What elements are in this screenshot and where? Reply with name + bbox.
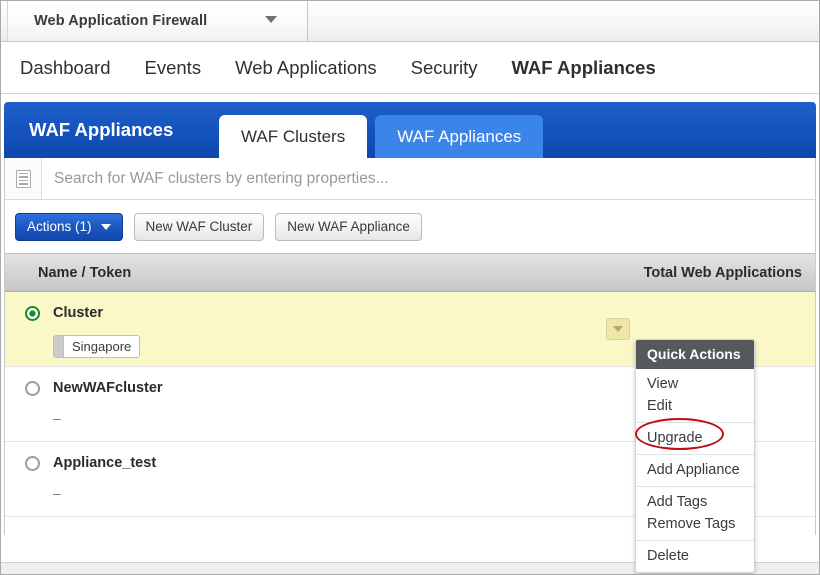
actions-button[interactable]: Actions (1) — [15, 212, 123, 241]
nav-divider — [1, 94, 819, 102]
row-name: Cluster — [53, 305, 103, 321]
section-banner: WAF Appliances WAF Clusters WAF Applianc… — [4, 102, 816, 158]
nav-item-waf-appliances[interactable]: WAF Appliances — [494, 57, 672, 79]
quick-action-view[interactable]: View — [636, 373, 754, 395]
nav-item-security[interactable]: Security — [394, 57, 495, 79]
row-header: Cluster — [25, 305, 815, 321]
row-radio-selected[interactable] — [25, 305, 40, 321]
tag-chip[interactable]: Singapore — [53, 335, 141, 358]
table-header: Name / Token Total Web Applications — [5, 253, 815, 292]
quick-action-remove-tags[interactable]: Remove Tags — [636, 513, 754, 535]
quick-action-delete[interactable]: Delete — [636, 545, 754, 567]
quick-action-edit[interactable]: Edit — [636, 395, 754, 417]
actions-button-label: Actions (1) — [27, 219, 92, 234]
section-title: WAF Appliances — [29, 119, 174, 140]
row-radio[interactable] — [25, 455, 40, 471]
app-title: Web Application Firewall — [34, 13, 208, 29]
tag-chip-cap — [54, 336, 64, 357]
quick-action-add-appliance[interactable]: Add Appliance — [636, 459, 754, 481]
new-waf-appliance-button[interactable]: New WAF Appliance — [275, 212, 422, 241]
quick-actions-title: Quick Actions — [636, 340, 754, 369]
chevron-down-icon — [100, 223, 111, 230]
quick-action-add-tags[interactable]: Add Tags — [636, 491, 754, 513]
quick-actions-group: Upgrade — [636, 423, 754, 455]
toolbar: Actions (1) New WAF Cluster New WAF Appl… — [5, 200, 815, 253]
row-quick-actions-chevron-down-icon[interactable] — [606, 318, 630, 340]
section-tabs: WAF Clusters WAF Appliances — [219, 115, 544, 158]
application-window: Web Application Firewall Dashboard Event… — [0, 0, 820, 575]
nav-item-web-applications[interactable]: Web Applications — [218, 57, 394, 79]
quick-actions-group: Delete — [636, 541, 754, 572]
nav-item-dashboard[interactable]: Dashboard — [20, 57, 128, 79]
row-radio[interactable] — [25, 380, 40, 396]
document-list-glyph — [15, 169, 31, 188]
quick-actions-menu: Quick Actions View Edit Upgrade Add Appl… — [635, 339, 755, 573]
column-header-total-web-applications[interactable]: Total Web Applications — [644, 265, 815, 281]
quick-actions-group: Add Appliance — [636, 455, 754, 487]
row-name: Appliance_test — [53, 455, 157, 471]
row-name: NewWAFcluster — [53, 380, 163, 396]
app-menu-tab[interactable]: Web Application Firewall — [7, 1, 308, 41]
primary-nav: Dashboard Events Web Applications Securi… — [1, 42, 819, 94]
document-list-icon[interactable] — [5, 158, 42, 199]
nav-item-events[interactable]: Events — [128, 57, 219, 79]
quick-action-upgrade[interactable]: Upgrade — [636, 427, 754, 449]
quick-actions-group: Add Tags Remove Tags — [636, 487, 754, 541]
search-bar — [5, 158, 815, 200]
search-input[interactable] — [42, 158, 815, 199]
column-header-name-token[interactable]: Name / Token — [5, 265, 644, 281]
tab-waf-appliances[interactable]: WAF Appliances — [375, 115, 544, 158]
tag-chip-label: Singapore — [72, 339, 132, 354]
tab-waf-clusters[interactable]: WAF Clusters — [219, 115, 368, 158]
title-bar: Web Application Firewall — [1, 1, 819, 42]
quick-actions-group: View Edit — [636, 369, 754, 423]
new-waf-cluster-button[interactable]: New WAF Cluster — [133, 212, 265, 241]
chevron-down-icon[interactable] — [265, 16, 277, 23]
